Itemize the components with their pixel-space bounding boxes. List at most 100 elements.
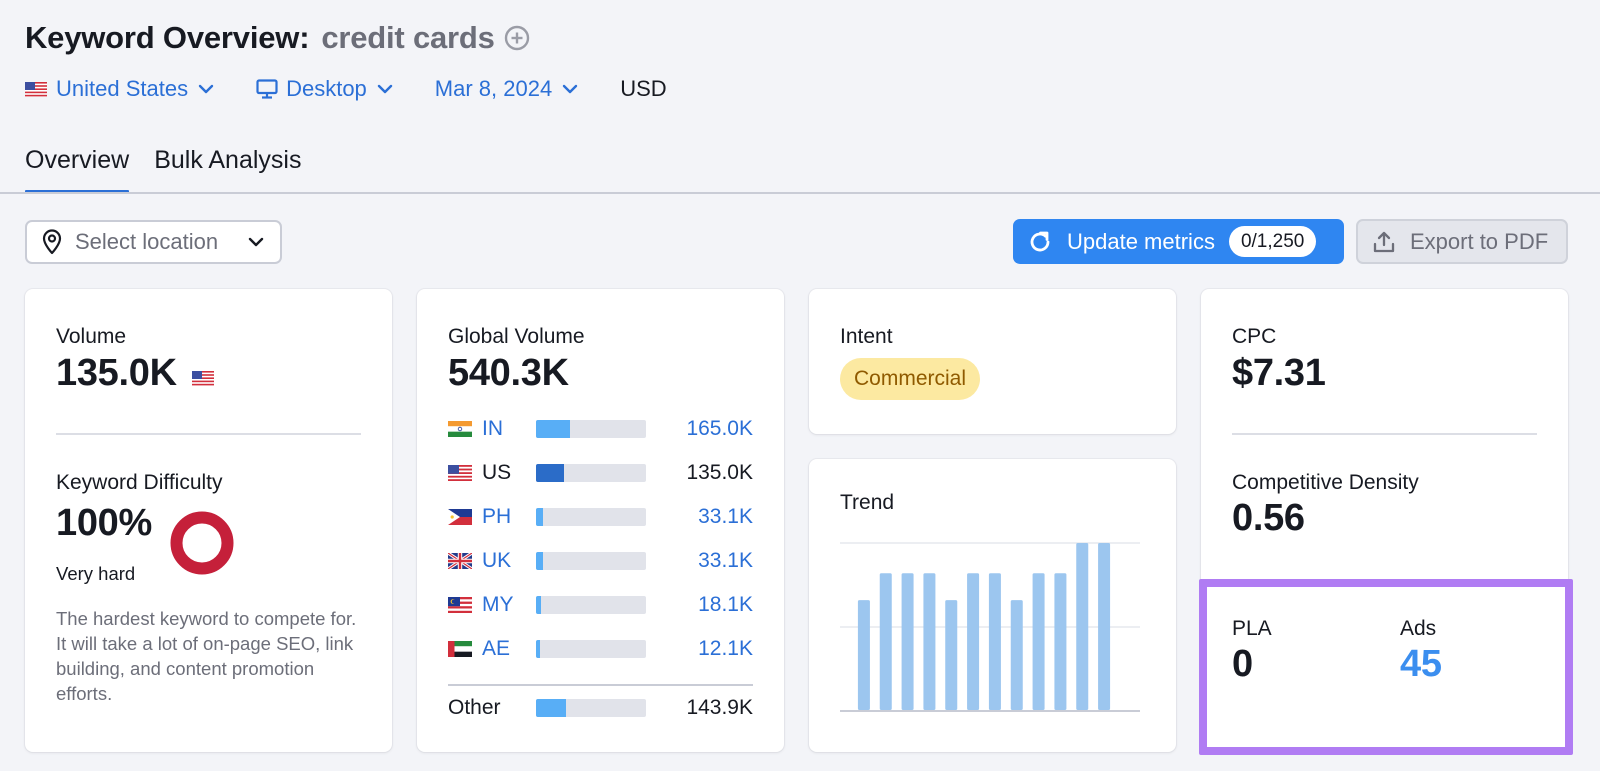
chevron-down-icon bbox=[248, 237, 264, 247]
card-divider bbox=[1232, 433, 1537, 435]
trend-chart bbox=[840, 542, 1140, 712]
add-circle-icon[interactable] bbox=[504, 25, 530, 51]
country-volume: 33.1K bbox=[698, 505, 753, 528]
country-row-ae[interactable]: AE 12.1K bbox=[448, 634, 753, 664]
date-label: Mar 8, 2024 bbox=[434, 76, 553, 101]
trend-label: Trend bbox=[840, 491, 895, 514]
share-bar-fill bbox=[536, 699, 566, 717]
device-dropdown[interactable]: Desktop bbox=[256, 76, 393, 102]
india-flag-icon bbox=[448, 421, 472, 437]
trend-bar[interactable] bbox=[967, 573, 980, 710]
country-volume: 12.1K bbox=[698, 637, 753, 660]
kd-rating: Very hard bbox=[56, 563, 136, 584]
share-bar bbox=[536, 699, 646, 717]
location-pin-icon bbox=[42, 229, 62, 255]
share-bar bbox=[536, 596, 646, 614]
country-row-in[interactable]: IN 165.0K bbox=[448, 414, 753, 444]
location-placeholder: Select location bbox=[75, 229, 219, 254]
chevron-down-icon bbox=[198, 84, 214, 94]
currency-label: USD bbox=[620, 76, 667, 101]
country-volume: 135.0K bbox=[686, 461, 753, 484]
country-code: US bbox=[482, 461, 512, 484]
cpc-value: $7.31 bbox=[1232, 352, 1326, 394]
global-volume-label: Global Volume bbox=[448, 325, 585, 348]
share-bar-fill bbox=[536, 596, 541, 614]
volume-value: 135.0K bbox=[56, 352, 177, 394]
upload-icon bbox=[1373, 231, 1395, 252]
tab-bulk-analysis[interactable]: Bulk Analysis bbox=[154, 138, 301, 194]
kd-label: Keyword Difficulty bbox=[56, 471, 223, 494]
trend-bar[interactable] bbox=[1076, 543, 1089, 710]
country-row-uk[interactable]: UK 33.1K bbox=[448, 546, 753, 576]
tabs-divider bbox=[0, 192, 1600, 194]
page-title: Keyword Overview: bbox=[25, 20, 310, 55]
country-row-other: Other 143.9K bbox=[448, 687, 753, 729]
share-bar bbox=[536, 640, 646, 658]
usa-flag-icon bbox=[448, 465, 472, 481]
country-volume: 18.1K bbox=[698, 593, 753, 616]
share-bar-fill bbox=[536, 464, 564, 482]
trend-bar[interactable] bbox=[857, 600, 870, 710]
competitive-density-label: Competitive Density bbox=[1232, 471, 1419, 494]
trend-bar[interactable] bbox=[1010, 600, 1023, 710]
highlight-frame bbox=[1199, 579, 1573, 755]
update-metrics-button[interactable]: Update metrics 0/1,250 bbox=[1013, 219, 1344, 264]
other-divider bbox=[448, 684, 753, 686]
malaysia-flag-icon bbox=[448, 597, 472, 613]
usa-flag-icon bbox=[192, 371, 214, 386]
share-bar bbox=[536, 508, 646, 526]
share-bar bbox=[536, 552, 646, 570]
trend-bar[interactable] bbox=[988, 573, 1001, 710]
trend-bar[interactable] bbox=[1054, 573, 1067, 710]
share-bar bbox=[536, 464, 646, 482]
share-bar-fill bbox=[536, 420, 571, 438]
trend-bar[interactable] bbox=[1098, 543, 1111, 710]
global-volume-card: Global Volume 540.3K IN 165.0K US 135.0K… bbox=[417, 289, 784, 752]
kd-value: 100% bbox=[56, 502, 152, 544]
update-metrics-label: Update metrics bbox=[1067, 228, 1215, 254]
refresh-icon bbox=[1030, 231, 1050, 251]
share-bar-fill bbox=[536, 508, 543, 526]
chevron-down-icon bbox=[377, 84, 392, 94]
country-row-my[interactable]: MY 18.1K bbox=[448, 590, 753, 620]
country-row-us[interactable]: US 135.0K bbox=[448, 458, 753, 488]
country-code: IN bbox=[482, 417, 503, 440]
country-dropdown[interactable]: United States bbox=[25, 76, 214, 102]
philippines-flag-icon bbox=[448, 509, 472, 525]
intent-badge[interactable]: Commercial bbox=[840, 358, 981, 400]
other-volume: 143.9K bbox=[686, 696, 753, 719]
update-counter-badge: 0/1,250 bbox=[1228, 226, 1317, 257]
uk-flag-icon bbox=[448, 553, 472, 569]
trend-bar[interactable] bbox=[923, 573, 936, 710]
share-bar bbox=[536, 420, 646, 438]
export-pdf-label: Export to PDF bbox=[1410, 228, 1549, 254]
location-select[interactable]: Select location bbox=[25, 220, 282, 264]
trend-bar[interactable] bbox=[901, 573, 914, 710]
keyword-title: credit cards bbox=[321, 20, 495, 55]
country-volume: 33.1K bbox=[698, 549, 753, 572]
chevron-down-icon bbox=[563, 84, 578, 94]
other-label: Other bbox=[448, 696, 501, 719]
trend-card: Trend bbox=[809, 459, 1176, 752]
intent-card: Intent Commercial bbox=[809, 289, 1176, 434]
filter-bar: United States Desktop Mar 8, 2024 USD bbox=[25, 72, 667, 106]
global-volume-value: 540.3K bbox=[448, 352, 569, 394]
device-label: Desktop bbox=[286, 76, 367, 101]
monitor-icon bbox=[256, 79, 278, 99]
intent-label: Intent bbox=[840, 325, 893, 348]
trend-bar[interactable] bbox=[879, 573, 892, 710]
country-code: PH bbox=[482, 505, 512, 528]
tab-bar: Overview Bulk Analysis bbox=[25, 138, 326, 194]
date-dropdown[interactable]: Mar 8, 2024 bbox=[435, 76, 578, 102]
kd-donut-icon bbox=[170, 511, 234, 575]
trend-bar[interactable] bbox=[945, 600, 958, 710]
export-pdf-button[interactable]: Export to PDF bbox=[1356, 219, 1568, 264]
country-code: UK bbox=[482, 549, 512, 572]
trend-bar[interactable] bbox=[1032, 573, 1045, 710]
country-label: United States bbox=[56, 76, 189, 101]
tab-overview[interactable]: Overview bbox=[25, 138, 130, 194]
country-volume: 165.0K bbox=[686, 417, 753, 440]
share-bar-fill bbox=[536, 552, 543, 570]
volume-label: Volume bbox=[56, 325, 127, 348]
country-row-ph[interactable]: PH 33.1K bbox=[448, 502, 753, 532]
